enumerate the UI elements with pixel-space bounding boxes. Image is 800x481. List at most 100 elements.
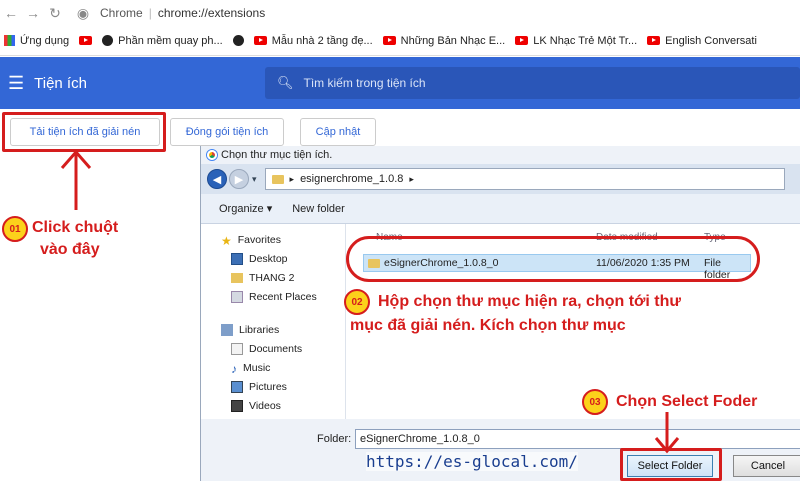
dialog-toolbar: Organize ▾ New folder — [201, 194, 800, 224]
watermark-url: https://es-glocal.com/ — [366, 452, 578, 471]
folder-field[interactable]: eSignerChrome_1.0.8_0 — [355, 429, 800, 449]
back-icon[interactable]: ◀ — [207, 169, 227, 189]
libraries-icon — [221, 323, 233, 336]
music-icon: ♪ — [231, 361, 237, 376]
bookmark-item[interactable] — [79, 36, 93, 45]
bookmark-label: LK Nhạc Trẻ Một Tr... — [533, 34, 638, 47]
nav-label: Favorites — [237, 233, 281, 246]
site-icon — [232, 35, 244, 46]
nav-desktop[interactable]: Desktop — [201, 249, 345, 268]
nav-label: Documents — [249, 342, 303, 355]
bookmark-item[interactable]: Phần mềm quay ph... — [102, 35, 223, 47]
omnibox-separator: | — [148, 6, 152, 20]
step2-line2: mục đã giải nén. Kích chọn thư mục — [350, 317, 626, 334]
omnibox-url[interactable]: chrome://extensions — [158, 6, 265, 20]
bookmarks-bar: Ứng dụng Phần mềm quay ph... Mẫu nhà 2 t… — [0, 26, 800, 56]
path-breadcrumb[interactable]: ▸ esignerchrome_1.0.8 ▸ — [264, 168, 785, 190]
reload-icon[interactable]: ↻ — [44, 5, 66, 22]
omnibox-chip: Chrome — [100, 6, 143, 20]
search-icon: 🔍︎ — [277, 75, 294, 90]
cancel-button[interactable]: Cancel — [733, 455, 800, 477]
step-badge-2: 02 — [344, 289, 370, 315]
step-badge-1: 01 — [2, 216, 28, 242]
chrome-logo-icon — [207, 150, 217, 160]
extensions-header: ☰ Tiện ích 🔍︎ Tìm kiếm trong tiện ích — [0, 57, 800, 109]
dialog-nav-bar: ◀ ▶ ▾ ▸ esignerchrome_1.0.8 ▸ — [201, 164, 800, 194]
path-segment[interactable]: esignerchrome_1.0.8 — [300, 173, 403, 185]
step1-line1: Click chuột — [32, 219, 119, 236]
recent-places-icon — [231, 290, 243, 303]
navigation-pane: ★ Favorites Desktop THANG 2 Recent Places… — [201, 224, 346, 419]
forward-icon[interactable]: ▶ — [229, 169, 249, 189]
star-icon: ★ — [221, 233, 232, 248]
dialog-titlebar: Chọn thư mục tiện ích. — [201, 146, 800, 164]
search-placeholder: Tìm kiếm trong tiện ích — [303, 76, 426, 90]
nav-label: Desktop — [249, 252, 288, 265]
search-input[interactable]: 🔍︎ Tìm kiếm trong tiện ích — [265, 67, 800, 99]
nav-label: Music — [243, 361, 271, 374]
youtube-icon — [382, 36, 396, 45]
nav-thang2[interactable]: THANG 2 — [201, 268, 345, 287]
update-button[interactable]: Cập nhật — [300, 118, 376, 146]
page-title: Tiện ích — [34, 74, 87, 92]
nav-recent-places[interactable]: Recent Places — [201, 287, 345, 306]
nav-label: THANG 2 — [249, 271, 295, 284]
step-badge-3: 03 — [582, 389, 608, 415]
apps-grid-icon — [4, 35, 15, 46]
nav-label: Recent Places — [249, 290, 317, 303]
videos-icon — [231, 399, 243, 412]
step3-text: Chọn Select Foder — [616, 393, 758, 410]
pictures-icon — [231, 380, 243, 393]
bookmark-label: Mẫu nhà 2 tầng đẹ... — [271, 34, 373, 47]
dialog-title: Chọn thư mục tiện ích. — [221, 149, 333, 161]
step1-line2: vào đây — [40, 241, 100, 258]
folder-icon — [271, 174, 284, 184]
highlight-load-unpacked — [2, 112, 166, 152]
bookmark-item[interactable]: Mẫu nhà 2 tầng đẹ... — [253, 34, 373, 47]
pack-extension-button[interactable]: Đóng gói tiện ích — [170, 118, 284, 146]
bookmark-item[interactable]: LK Nhạc Trẻ Một Tr... — [515, 35, 637, 47]
bookmark-label: English Conversati — [665, 34, 757, 47]
nav-label: Videos — [249, 399, 281, 412]
youtube-icon — [253, 36, 267, 45]
back-arrow-icon[interactable]: ← — [0, 5, 22, 21]
bookmark-item[interactable] — [232, 35, 244, 46]
bookmark-label: Ứng dụng — [20, 34, 70, 47]
youtube-icon — [515, 36, 529, 45]
nav-documents[interactable]: Documents — [201, 339, 345, 358]
nav-favorites[interactable]: ★ Favorites — [201, 230, 345, 249]
step2-line1: Hộp chọn thư mục hiện ra, chọn tới thư — [378, 293, 681, 310]
highlight-folder-row — [346, 236, 760, 282]
nav-libraries[interactable]: Libraries — [201, 320, 345, 339]
menu-icon[interactable]: ☰ — [8, 73, 24, 94]
site-icon — [102, 35, 114, 46]
up-arrow-icon — [60, 149, 92, 210]
folder-field-label: Folder: — [317, 433, 352, 445]
chevron-right-icon: ▸ — [289, 173, 295, 184]
youtube-icon — [647, 36, 661, 45]
bookmark-item[interactable]: English Conversati — [647, 35, 757, 47]
address-bar: ← → ↻ ◉ Chrome | chrome://extensions — [0, 0, 800, 26]
bookmark-label: Phần mềm quay ph... — [118, 34, 223, 47]
omnibox[interactable]: ◉ Chrome | chrome://extensions — [72, 5, 265, 22]
site-info-icon[interactable]: ◉ — [72, 5, 94, 22]
bookmark-item[interactable]: Những Bản Nhạc E... — [382, 34, 506, 47]
bookmark-apps[interactable]: Ứng dụng — [4, 35, 69, 47]
nav-pictures[interactable]: Pictures — [201, 377, 345, 396]
chevron-right-icon[interactable]: ▸ — [409, 174, 414, 185]
highlight-select-folder — [620, 448, 722, 481]
bookmark-label: Những Bản Nhạc E... — [400, 34, 506, 47]
desktop-icon — [231, 252, 243, 265]
organize-button[interactable]: Organize ▾ — [219, 202, 272, 215]
nav-label: Libraries — [239, 323, 280, 336]
documents-icon — [231, 342, 243, 355]
forward-arrow-icon[interactable]: → — [22, 5, 44, 21]
nav-label: Pictures — [249, 380, 287, 393]
history-dropdown-icon[interactable]: ▾ — [252, 174, 257, 185]
folder-picker-dialog: Chọn thư mục tiện ích. ◀ ▶ ▾ ▸ esignerch… — [200, 146, 800, 481]
nav-videos[interactable]: Videos — [201, 396, 345, 415]
youtube-icon — [79, 36, 93, 45]
new-folder-button[interactable]: New folder — [292, 203, 345, 215]
folder-icon — [231, 272, 243, 283]
nav-music[interactable]: ♪ Music — [201, 358, 345, 377]
